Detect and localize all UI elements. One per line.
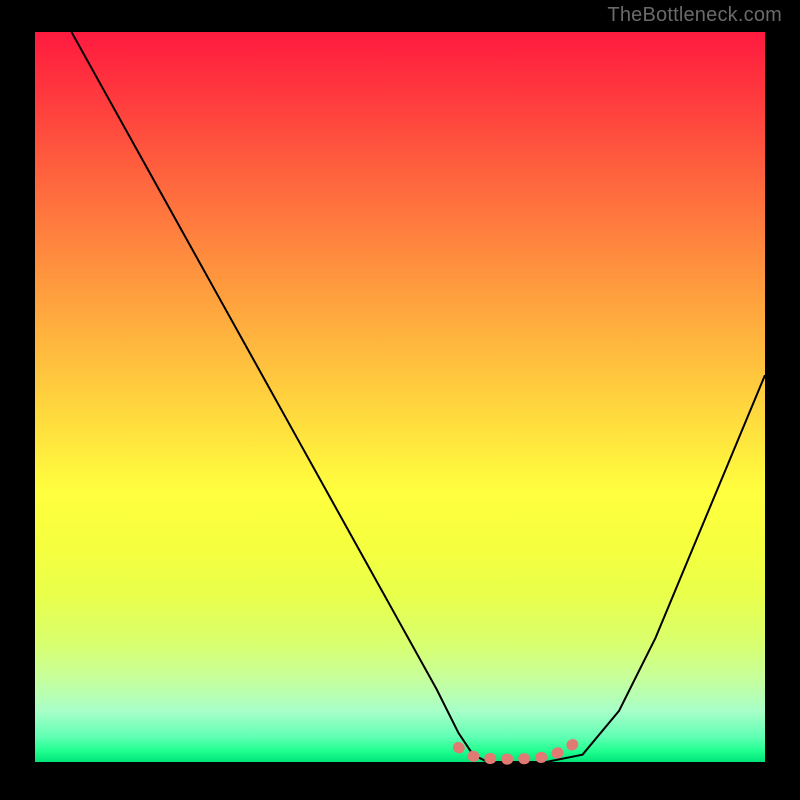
chart-frame: TheBottleneck.com <box>0 0 800 800</box>
plot-background-gradient <box>35 32 765 762</box>
watermark-text: TheBottleneck.com <box>607 4 782 27</box>
